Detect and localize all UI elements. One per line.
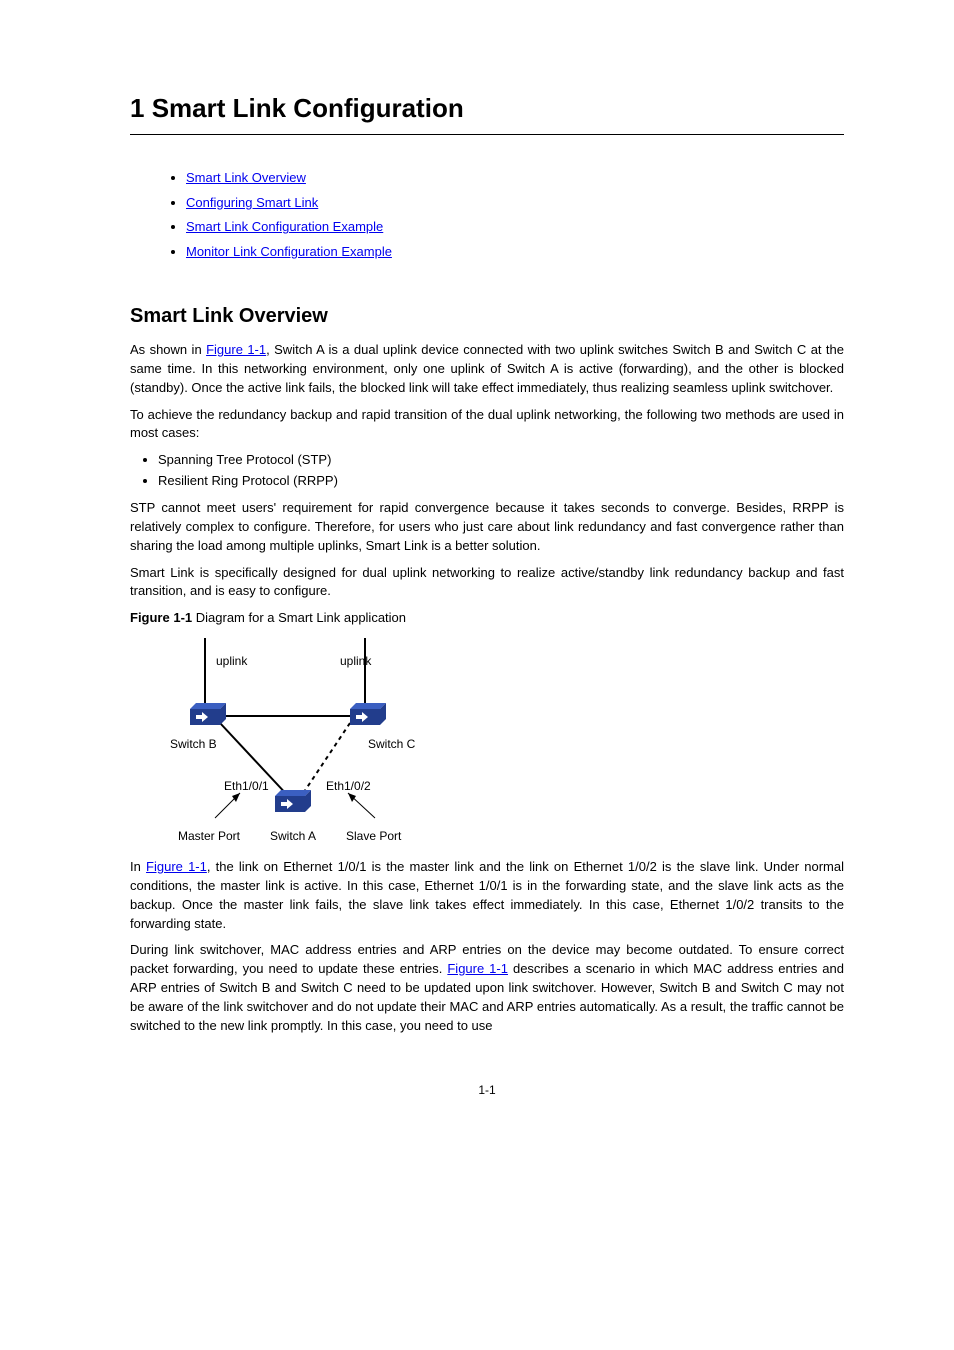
toc-item: Monitor Link Configuration Example: [186, 243, 844, 262]
slave-port-label: Slave Port: [346, 828, 401, 845]
switch-b-label: Switch B: [170, 736, 217, 753]
figure-caption-text: Diagram for a Smart Link application: [196, 610, 406, 625]
chapter-divider: [130, 134, 844, 135]
chapter-title: 1 Smart Link Configuration: [130, 90, 844, 128]
toc-link-configuring-smart-link[interactable]: Configuring Smart Link: [186, 195, 318, 210]
list-item: Resilient Ring Protocol (RRPP): [158, 472, 844, 491]
figure-label: Figure 1-1: [130, 610, 192, 625]
toc-item: Smart Link Configuration Example: [186, 218, 844, 237]
chapter-toc: Smart Link Overview Configuring Smart Li…: [130, 169, 844, 262]
master-port-label: Master Port: [178, 828, 240, 845]
toc-link-smart-link-example[interactable]: Smart Link Configuration Example: [186, 219, 383, 234]
toc-link-smart-link-overview[interactable]: Smart Link Overview: [186, 170, 306, 185]
chapter-number: 1: [130, 93, 144, 123]
switch-a-label: Switch A: [270, 828, 316, 845]
uplink-label-2: uplink: [340, 653, 371, 670]
figure-diagram: uplink uplink Switch B Switch C Eth1/0/1…: [170, 638, 844, 848]
toc-item: Configuring Smart Link: [186, 194, 844, 213]
switch-c-label: Switch C: [368, 736, 415, 753]
port1-label: Eth1/0/1: [224, 778, 269, 795]
figure-ref-link[interactable]: Figure 1-1: [447, 961, 508, 976]
paragraph: STP cannot meet users' requirement for r…: [130, 499, 844, 556]
toc-link-monitor-link-example[interactable]: Monitor Link Configuration Example: [186, 244, 392, 259]
figure-ref-link[interactable]: Figure 1-1: [206, 342, 266, 357]
chapter-title-text: Smart Link Configuration: [152, 93, 464, 123]
toc-item: Smart Link Overview: [186, 169, 844, 188]
figure-ref-link[interactable]: Figure 1-1: [146, 859, 207, 874]
port2-label: Eth1/0/2: [326, 778, 371, 795]
figure-caption: Figure 1-1 Diagram for a Smart Link appl…: [130, 609, 844, 628]
list-item: Spanning Tree Protocol (STP): [158, 451, 844, 470]
uplink-label-1: uplink: [216, 653, 247, 670]
paragraph: During link switchover, MAC address entr…: [130, 941, 844, 1035]
page-number: 1-1: [130, 1082, 844, 1099]
paragraph: Smart Link is specifically designed for …: [130, 564, 844, 602]
method-list: Spanning Tree Protocol (STP) Resilient R…: [130, 451, 844, 491]
paragraph: As shown in Figure 1-1, Switch A is a du…: [130, 341, 844, 398]
paragraph: In Figure 1-1, the link on Ethernet 1/0/…: [130, 858, 844, 933]
paragraph: To achieve the redundancy backup and rap…: [130, 406, 844, 444]
section-heading-overview: Smart Link Overview: [130, 302, 844, 331]
